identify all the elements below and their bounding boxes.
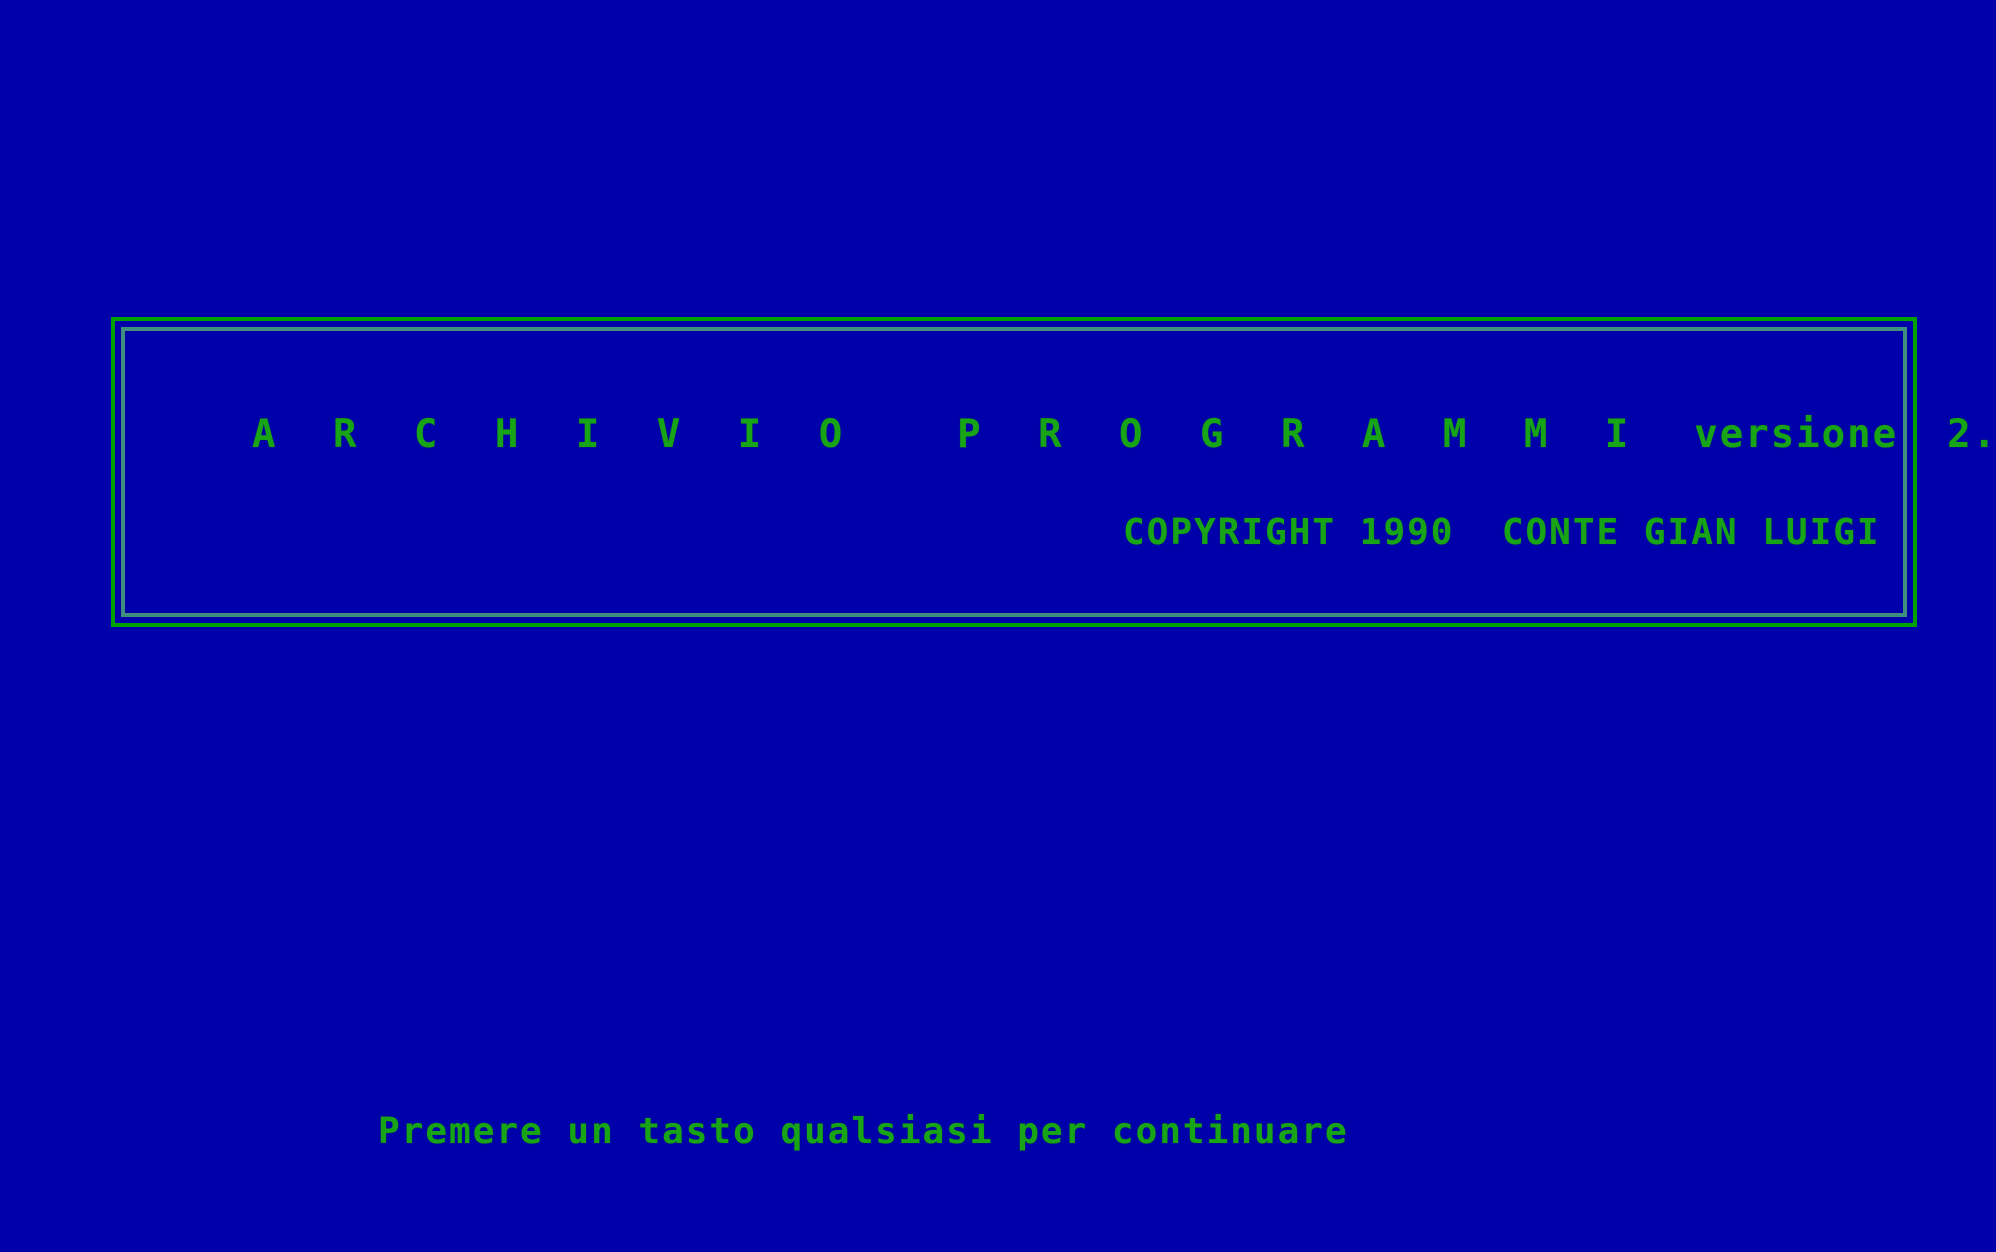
version-value: 2.0 [1947, 412, 1996, 457]
copyright-space-2 [1454, 512, 1501, 553]
copyright-keyword: COPYRIGHT [1123, 512, 1337, 553]
version-gap [1898, 412, 1947, 457]
app-title: A R C H I V I O P R O G R A M M I versio… [252, 415, 1996, 454]
title-panel-border: A R C H I V I O P R O G R A M M I versio… [111, 317, 1996, 627]
title-gap [859, 412, 957, 457]
copyright-notice: COPYRIGHT 1990 CONTE GIAN LUIGI [1123, 515, 1881, 551]
app-title-type: P R O G R A M M I [957, 412, 1646, 457]
title-panel-content: A R C H I V I O P R O G R A M M I versio… [115, 321, 1996, 623]
title-gap-2 [1645, 412, 1694, 457]
dos-splash-screen[interactable]: A R C H I V I O P R O G R A M M I versio… [0, 0, 1996, 1252]
copyright-author: CONTE GIAN LUIGI [1501, 512, 1881, 553]
copyright-year: 1990 [1359, 512, 1455, 553]
press-any-key-prompt[interactable]: Premere un tasto qualsiasi per continuar… [378, 1114, 1349, 1150]
copyright-space-1 [1336, 512, 1360, 553]
version-label: versione [1694, 412, 1899, 457]
app-title-name: A R C H I V I O [252, 412, 860, 457]
